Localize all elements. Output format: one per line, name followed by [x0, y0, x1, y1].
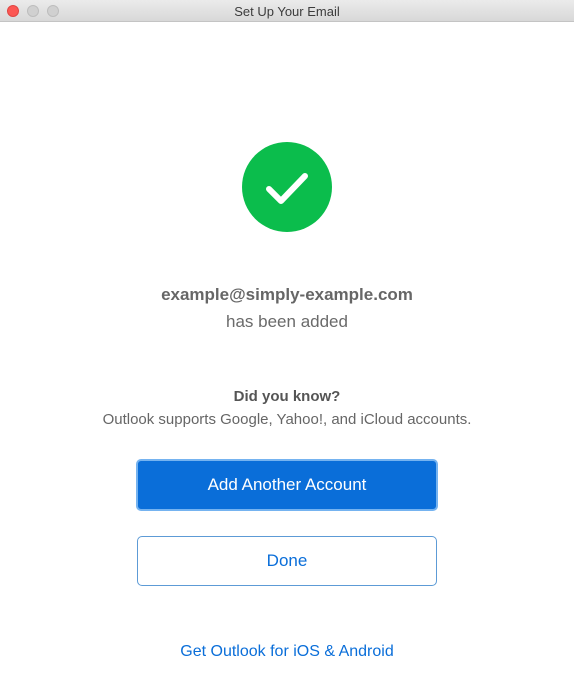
tip-heading: Did you know?	[233, 388, 341, 405]
title-bar[interactable]: Set Up Your Email	[0, 0, 574, 22]
tip-text: Outlook supports Google, Yahoo!, and iCl…	[102, 411, 472, 428]
setup-email-window: Set Up Your Email example@simply-example…	[0, 0, 574, 694]
get-outlook-mobile-link[interactable]: Get Outlook for iOS & Android	[0, 643, 574, 661]
checkmark-icon	[266, 173, 308, 204]
window-title: Set Up Your Email	[234, 4, 340, 19]
add-another-account-button[interactable]: Add Another Account	[136, 459, 438, 511]
done-button[interactable]: Done	[137, 536, 437, 586]
success-checkmark-icon	[242, 142, 332, 232]
added-status-text: has been added	[226, 312, 348, 331]
added-email-address: example@simply-example.com	[161, 285, 413, 304]
